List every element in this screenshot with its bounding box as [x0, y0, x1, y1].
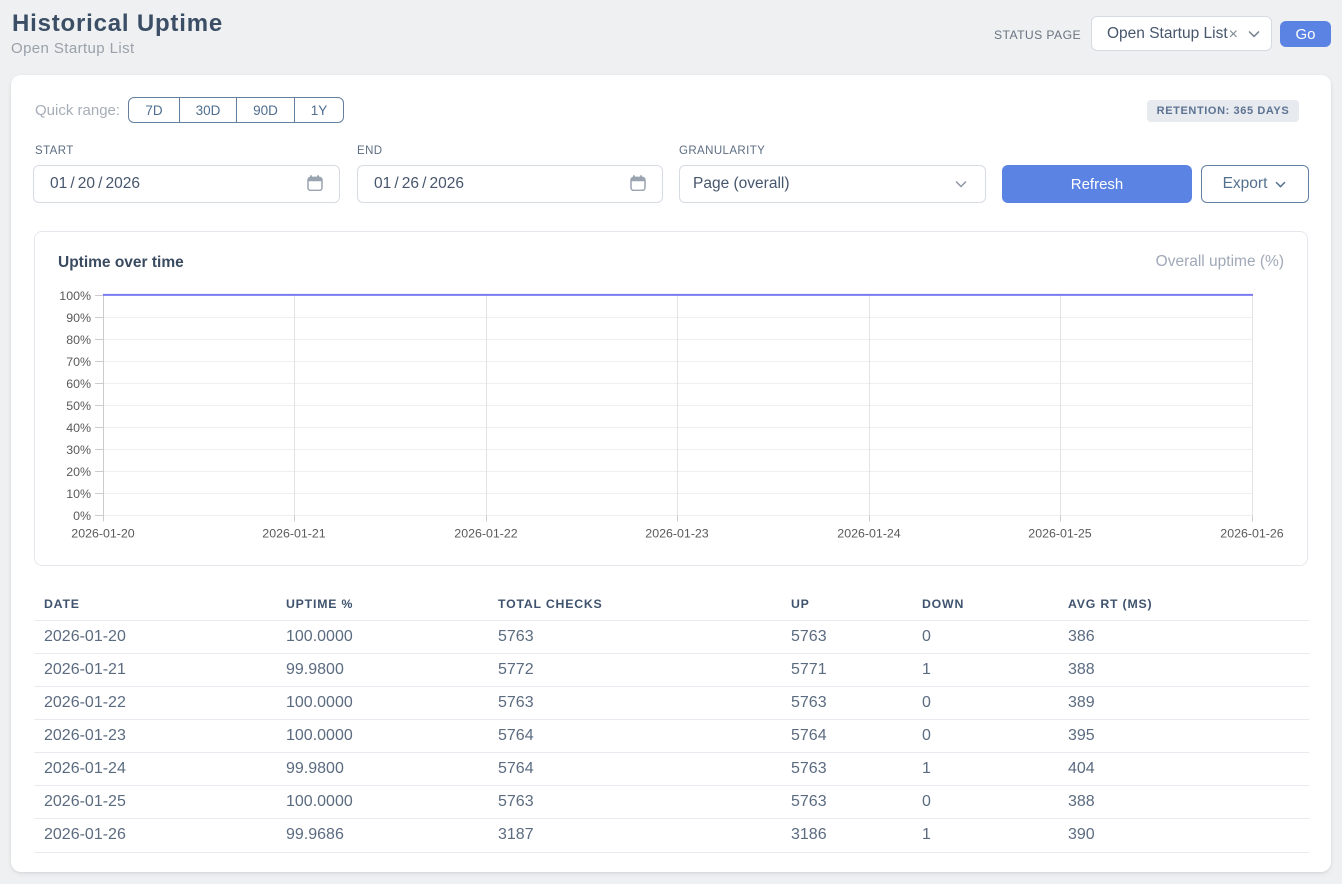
svg-text:20%: 20%	[66, 465, 91, 479]
svg-text:90%: 90%	[66, 311, 91, 325]
svg-text:0%: 0%	[73, 509, 91, 523]
svg-text:2026-01-25: 2026-01-25	[1028, 527, 1091, 541]
svg-text:80%: 80%	[66, 333, 91, 347]
svg-text:2026-01-20: 2026-01-20	[71, 527, 134, 541]
svg-text:10%: 10%	[66, 487, 91, 501]
svg-text:100%: 100%	[59, 289, 91, 303]
svg-text:2026-01-21: 2026-01-21	[262, 527, 325, 541]
svg-text:70%: 70%	[66, 355, 91, 369]
svg-text:2026-01-24: 2026-01-24	[837, 527, 900, 541]
svg-text:2026-01-22: 2026-01-22	[454, 527, 517, 541]
svg-text:50%: 50%	[66, 399, 91, 413]
svg-text:30%: 30%	[66, 443, 91, 457]
svg-text:2026-01-26: 2026-01-26	[1220, 527, 1283, 541]
svg-text:2026-01-23: 2026-01-23	[645, 527, 708, 541]
svg-text:60%: 60%	[66, 377, 91, 391]
svg-text:40%: 40%	[66, 421, 91, 435]
